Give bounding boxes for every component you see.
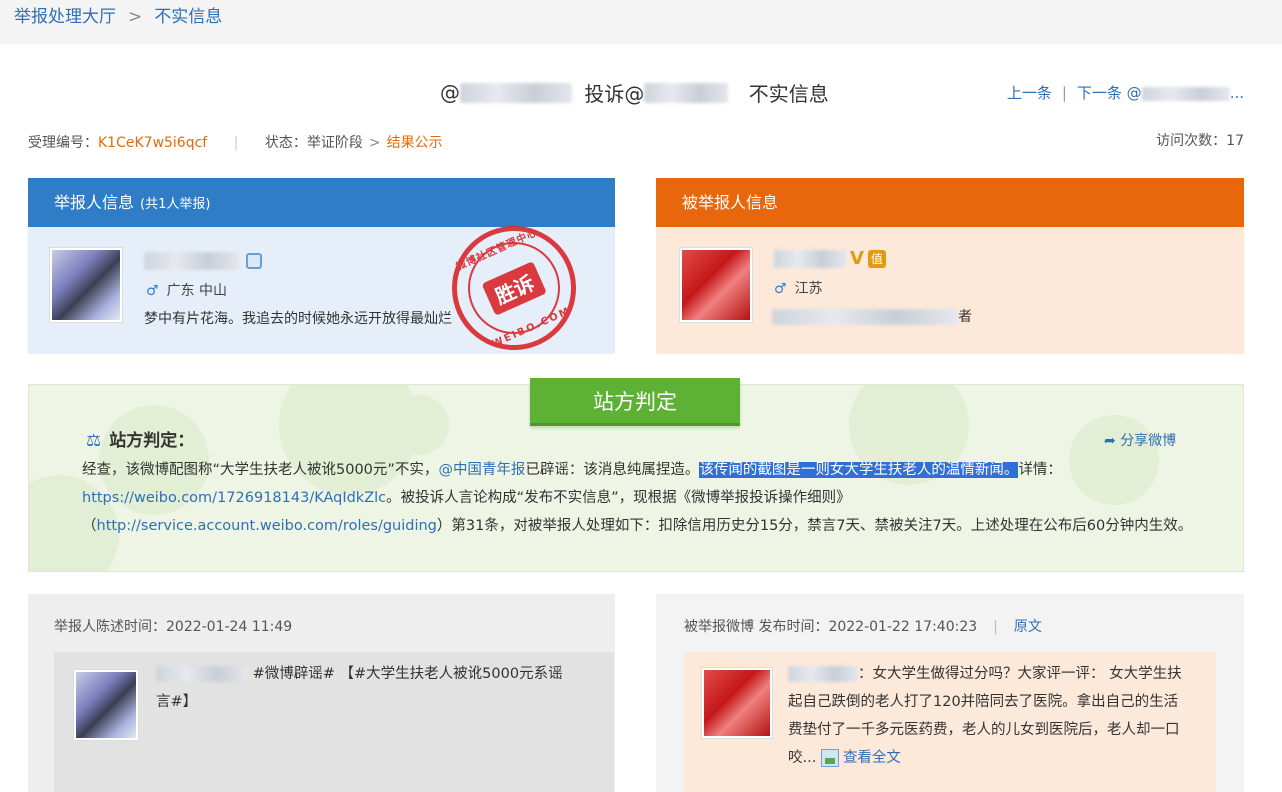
male-gender-icon: ♂ xyxy=(774,281,787,297)
visit-count: 17 xyxy=(1226,133,1244,149)
blurred-reported-name xyxy=(644,82,729,103)
rules-url-link[interactable]: http://service.account.weibo.com/roles/g… xyxy=(97,518,437,534)
reported-user-info-header: 被举报人信息 xyxy=(656,178,1244,227)
statement-text: #微博辟谣# 【#大学生扶老人被讹5000元系谣言#】 xyxy=(156,666,563,710)
weibo-url-link[interactable]: https://weibo.com/1726918143/KAqIdkZlc xyxy=(82,490,386,506)
highlighted-text: 该传闻的截图是一则女大学生扶老人的温情新闻。 xyxy=(699,462,1019,478)
statement-avatar[interactable] xyxy=(74,670,138,740)
breadcrumb-home-link[interactable]: 举报处理大厅 xyxy=(14,7,116,27)
post-time: 被举报微博 发布时间：2022-01-22 17:40:23 | 原文 xyxy=(684,619,1042,635)
blurred-reporter-name xyxy=(460,82,572,103)
reporter-name[interactable] xyxy=(144,250,262,270)
case-id: K1CeK7w5i6qcf xyxy=(98,135,208,151)
member-level-icon: 值 xyxy=(867,249,886,268)
page-title: @ 投诉@ 不实信息 xyxy=(440,80,829,107)
member-badge-icon xyxy=(246,252,262,269)
post-body: ：女大学生做得过分吗？大家评一评： 女大学生扶起自己跌倒的老人打了120并陪同去… xyxy=(684,652,1216,792)
original-post-link[interactable]: 原文 xyxy=(1014,619,1042,635)
mention-link[interactable]: @中国青年报 xyxy=(438,462,525,478)
reporter-location: ♂ 广东 中山 xyxy=(146,283,228,299)
verified-v-icon: V xyxy=(850,248,864,269)
verdict-label: ⚖ 站方判定： xyxy=(86,431,195,451)
breadcrumb: 举报处理大厅 > 不实信息 xyxy=(0,0,1282,44)
gavel-icon: ⚖ xyxy=(86,431,102,451)
main-content: @ 投诉@ 不实信息 上一条 | 下一条 @... 受理编号：K1CeK7w5i6q… xyxy=(0,44,1282,792)
next-case-link[interactable]: 下一条 @... xyxy=(1077,84,1244,102)
reporter-statement-panel: 举报人陈述时间：2022-01-24 11:49 #微博辟谣# 【#大学生扶老人… xyxy=(28,594,615,792)
reported-user-location: ♂ 江苏 xyxy=(774,281,823,297)
reported-user-avatar[interactable] xyxy=(680,248,752,322)
reported-user-name[interactable]: V值 xyxy=(774,248,886,269)
reporter-info-header: 举报人信息 (共1人举报) xyxy=(28,178,615,227)
prev-case-link[interactable]: 上一条 xyxy=(1007,84,1052,102)
view-full-text-link[interactable]: 查看全文 xyxy=(820,749,901,767)
nav-separator: | xyxy=(1061,84,1067,102)
verdict-text: 经查，该微博配图称“大学生扶老人被讹5000元”不实，@中国青年报已辟谣：该消息… xyxy=(82,462,1193,534)
breadcrumb-current[interactable]: 不实信息 xyxy=(154,7,222,27)
blurred-next-name xyxy=(1141,86,1230,101)
share-arrow-icon: ➦ xyxy=(1104,433,1116,449)
male-gender-icon: ♂ xyxy=(146,283,159,299)
verdict-tab: 站方判定 xyxy=(530,378,740,426)
visit-counter: 访问次数：17 xyxy=(1156,133,1244,149)
share-weibo-button[interactable]: ➦ 分享微博 xyxy=(1104,430,1176,450)
reported-user-info-panel: 被举报人信息 V值 ♂ 江苏 者 xyxy=(656,178,1244,354)
reported-post-panel: 被举报微博 发布时间：2022-01-22 17:40:23 | 原文 ：女大学生做… xyxy=(656,594,1244,792)
statement-body: #微博辟谣# 【#大学生扶老人被讹5000元系谣言#】 xyxy=(54,652,614,792)
reporter-avatar[interactable] xyxy=(50,248,122,322)
case-navigation: 上一条 | 下一条 @... xyxy=(1007,82,1244,103)
reported-user-bio: 者 xyxy=(772,306,972,326)
case-meta: 受理编号：K1CeK7w5i6qcf | 状态：举证阶段 > 结果公示 xyxy=(28,135,443,151)
status-result: 结果公示 xyxy=(386,135,443,151)
reporter-bio: 梦中有片花海。我追去的时候她永远开放得最灿烂 xyxy=(144,311,452,327)
status-stage: 举证阶段 xyxy=(306,135,363,151)
statement-time: 举报人陈述时间：2022-01-24 11:49 xyxy=(54,619,293,635)
breadcrumb-separator: > xyxy=(128,7,143,27)
post-author-avatar[interactable] xyxy=(702,668,772,738)
post-text: ：女大学生做得过分吗？大家评一评： 女大学生扶起自己跌倒的老人打了120并陪同去… xyxy=(788,666,1182,767)
image-doc-icon xyxy=(820,749,839,767)
